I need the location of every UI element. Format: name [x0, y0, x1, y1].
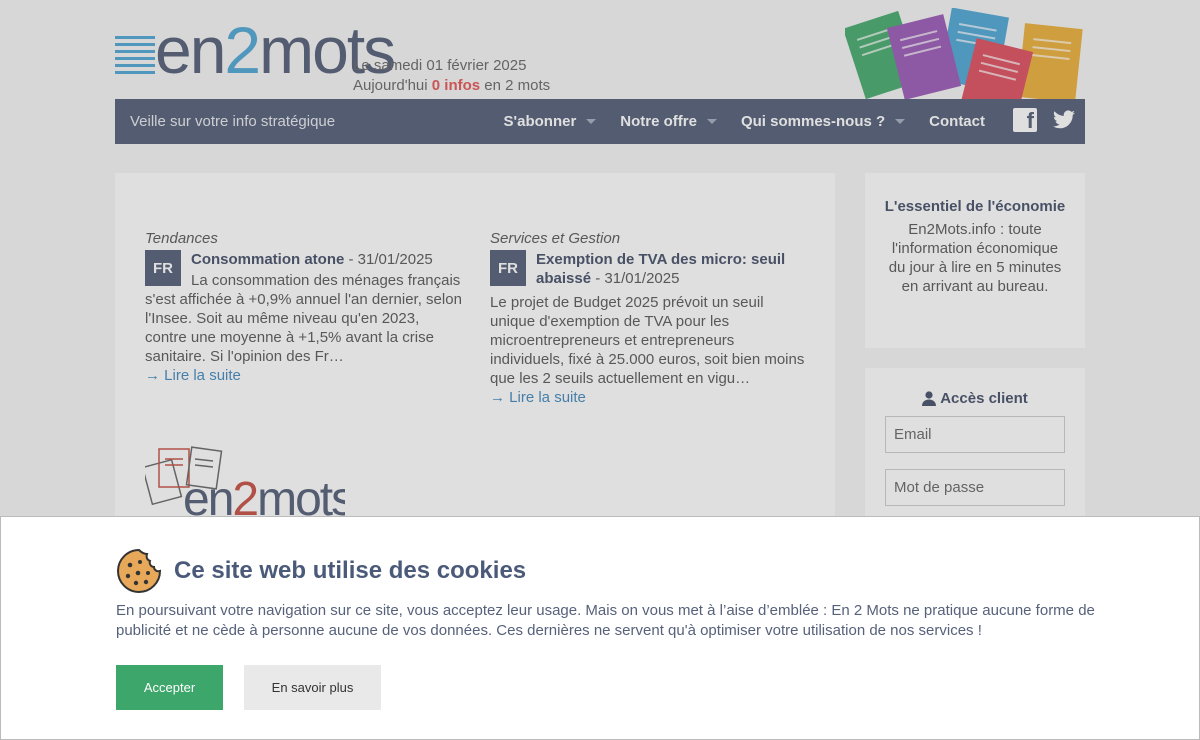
cookie-banner-text: En poursuivant votre navigation sur ce s…: [116, 602, 1095, 639]
cookie-icon: [117, 548, 162, 593]
cookie-banner-title: Ce site web utilise des cookies: [174, 557, 527, 584]
accept-cookies-button[interactable]: Accepter: [116, 665, 223, 710]
cookie-banner: Ce site web utilise des cookies En pours…: [0, 516, 1200, 740]
learn-more-button[interactable]: En savoir plus: [244, 665, 381, 710]
